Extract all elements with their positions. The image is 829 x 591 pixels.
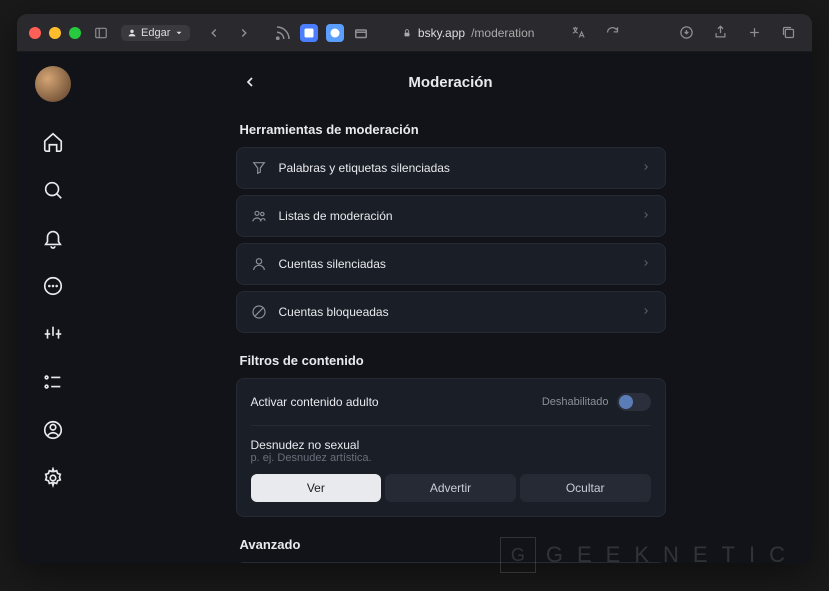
browser-window: Edgar bsky.app/moderation — [17, 14, 812, 563]
nav-settings[interactable] — [39, 464, 67, 492]
tool-label: Palabras y etiquetas silenciadas — [279, 161, 629, 175]
maximize-window-button[interactable] — [69, 27, 81, 39]
tool-label: Listas de moderación — [279, 209, 629, 223]
adult-content-row: Activar contenido adulto Deshabilitado — [251, 393, 651, 411]
filters-card: Activar contenido adulto Deshabilitado D… — [236, 378, 666, 517]
sidebar — [17, 52, 89, 563]
tool-label: Cuentas bloqueadas — [279, 305, 629, 319]
moderation-service-card[interactable]: Bluesky Moderation Service Official Blue… — [236, 562, 666, 563]
url-bar[interactable]: bsky.app/moderation — [398, 26, 538, 40]
extension-icon-3[interactable] — [352, 24, 370, 42]
ban-icon — [251, 304, 267, 320]
rss-icon[interactable] — [274, 24, 292, 42]
nav-lists[interactable] — [39, 368, 67, 396]
chevron-right-icon — [641, 255, 651, 273]
tool-muted-words[interactable]: Palabras y etiquetas silenciadas — [236, 147, 666, 189]
toolbar-right — [566, 21, 800, 45]
nudity-segmented-control: Ver Advertir Ocultar — [251, 474, 651, 502]
page-back-button[interactable] — [236, 68, 264, 96]
new-tab-button[interactable] — [742, 21, 766, 45]
tools-list: Palabras y etiquetas silenciadas Listas … — [236, 147, 666, 333]
tool-moderation-lists[interactable]: Listas de moderación — [236, 195, 666, 237]
nav-search[interactable] — [39, 176, 67, 204]
chevron-right-icon — [641, 303, 651, 321]
users-icon — [251, 208, 267, 224]
reload-button[interactable] — [600, 21, 624, 45]
adult-content-status: Deshabilitado — [542, 396, 609, 408]
adult-content-toggle[interactable] — [617, 393, 651, 411]
nav-notifications[interactable] — [39, 224, 67, 252]
lock-icon — [402, 28, 412, 38]
option-show[interactable]: Ver — [251, 474, 382, 502]
extension-icons — [274, 24, 370, 42]
translate-button[interactable] — [566, 21, 590, 45]
nav-buttons — [202, 21, 256, 45]
person-icon — [251, 256, 267, 272]
section-advanced-title: Avanzado — [240, 537, 666, 552]
share-button[interactable] — [708, 21, 732, 45]
download-button[interactable] — [674, 21, 698, 45]
nav-profile[interactable] — [39, 416, 67, 444]
extension-icon-1[interactable] — [300, 24, 318, 42]
nudity-title: Desnudez no sexual — [251, 438, 651, 452]
section-tools-title: Herramientas de moderación — [240, 122, 666, 137]
main-content: Moderación Herramientas de moderación Pa… — [89, 52, 812, 563]
adult-content-label: Activar contenido adulto — [251, 395, 379, 409]
tool-blocked-accounts[interactable]: Cuentas bloqueadas — [236, 291, 666, 333]
nav-chat[interactable] — [39, 272, 67, 300]
option-hide[interactable]: Ocultar — [520, 474, 651, 502]
url-domain: bsky.app — [418, 26, 465, 40]
chevron-right-icon — [641, 207, 651, 225]
page-title: Moderación — [408, 74, 492, 91]
avatar[interactable] — [35, 66, 71, 102]
nav-feeds[interactable] — [39, 320, 67, 348]
minimize-window-button[interactable] — [49, 27, 61, 39]
nudity-subtitle: p. ej. Desnudez artística. — [251, 452, 651, 464]
extension-icon-2[interactable] — [326, 24, 344, 42]
url-path: /moderation — [471, 26, 534, 40]
profile-name: Edgar — [141, 27, 170, 39]
titlebar: Edgar bsky.app/moderation — [17, 14, 812, 52]
option-warn[interactable]: Advertir — [385, 474, 516, 502]
close-window-button[interactable] — [29, 27, 41, 39]
back-button[interactable] — [202, 21, 226, 45]
tabs-button[interactable] — [776, 21, 800, 45]
chevron-right-icon — [641, 159, 651, 177]
app-body: Moderación Herramientas de moderación Pa… — [17, 52, 812, 563]
section-filters-title: Filtros de contenido — [240, 353, 666, 368]
page-header: Moderación — [236, 62, 666, 114]
nudity-filter: Desnudez no sexual p. ej. Desnudez artís… — [251, 425, 651, 502]
profile-badge[interactable]: Edgar — [121, 25, 190, 41]
sidebar-toggle-button[interactable] — [89, 21, 113, 45]
tool-muted-accounts[interactable]: Cuentas silenciadas — [236, 243, 666, 285]
traffic-lights — [29, 27, 81, 39]
nav-home[interactable] — [39, 128, 67, 156]
tool-label: Cuentas silenciadas — [279, 257, 629, 271]
funnel-icon — [251, 160, 267, 176]
forward-button[interactable] — [232, 21, 256, 45]
